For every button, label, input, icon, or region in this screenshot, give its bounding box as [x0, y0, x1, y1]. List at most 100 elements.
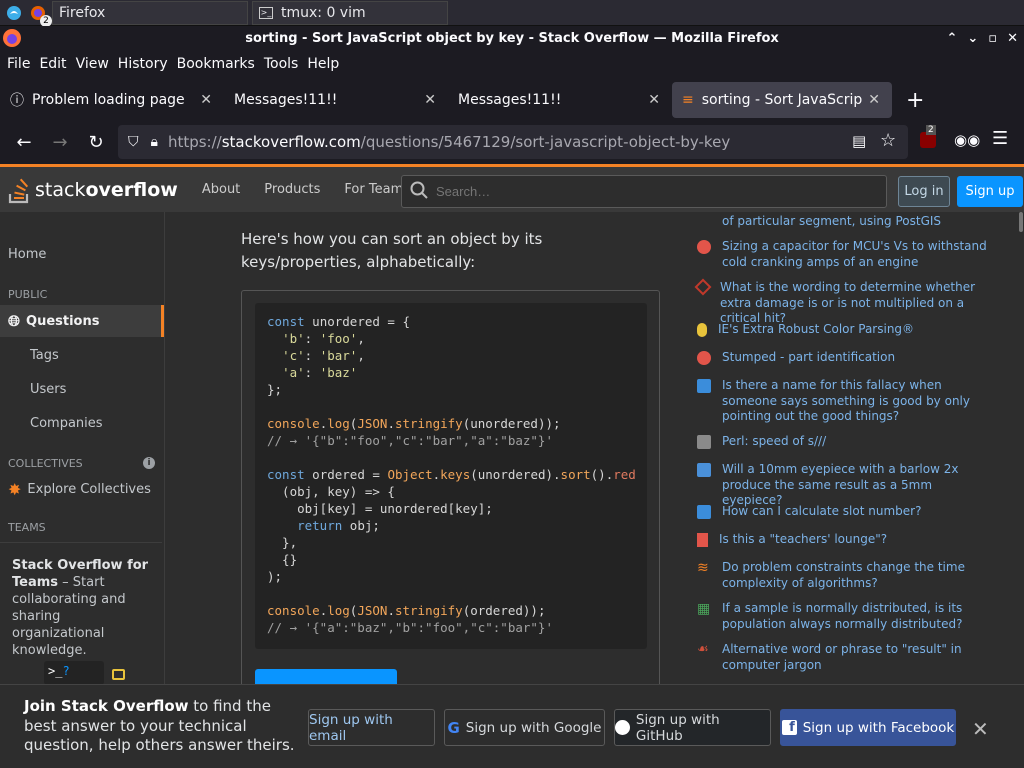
nav-users[interactable]: Users — [30, 382, 66, 397]
hot-question-item[interactable]: Perl: speed of s/// — [697, 434, 997, 450]
github-icon — [615, 720, 630, 735]
run-snippet-button[interactable] — [255, 669, 397, 684]
hot-question-title[interactable]: of particular segment, using PostGIS — [722, 214, 992, 230]
window-titlebar: sorting - Sort JavaScript object by key … — [0, 26, 1024, 50]
menu-help[interactable]: Help — [307, 56, 339, 72]
signup-google-button[interactable]: G Sign up with Google — [444, 709, 605, 746]
extension-ublock-icon[interactable]: 2 — [920, 125, 936, 148]
new-tab-icon[interactable]: + — [906, 88, 924, 113]
hot-question-title[interactable]: Is this a "teachers' lounge"? — [719, 532, 989, 548]
site-icon — [697, 212, 711, 221]
info-icon[interactable]: i — [143, 457, 155, 469]
window-minimize-icon[interactable]: ⌄ — [967, 31, 978, 46]
search-input[interactable] — [436, 184, 856, 199]
hot-question-title[interactable]: How can I calculate slot number? — [722, 504, 992, 520]
so-nav-about[interactable]: About — [202, 182, 240, 197]
system-menu-icon[interactable] — [4, 3, 24, 23]
menu-bookmarks[interactable]: Bookmarks — [177, 56, 255, 72]
back-arrow-icon[interactable]: ← — [6, 124, 42, 160]
google-icon: G — [447, 718, 460, 737]
window-close-icon[interactable]: ✕ — [1007, 31, 1018, 46]
nav-companies[interactable]: Companies — [30, 416, 103, 431]
firefox-task-icon[interactable]: 2 — [28, 3, 52, 27]
hot-question-item[interactable]: of particular segment, using PostGIS — [697, 212, 997, 230]
page-scrollbar[interactable] — [1017, 212, 1024, 684]
tab-close-icon[interactable]: ✕ — [200, 92, 212, 108]
nav-home[interactable]: Home — [8, 247, 46, 262]
signup-github-button[interactable]: Sign up with GitHub — [614, 709, 771, 746]
task-label: tmux: 0 vim — [281, 4, 366, 21]
hot-question-title[interactable]: Do problem constraints change the time c… — [722, 560, 992, 591]
hot-question-title[interactable]: Stumped - part identification — [722, 350, 992, 366]
hot-question-title[interactable]: Perl: speed of s/// — [722, 434, 992, 450]
tab-close-icon[interactable]: ✕ — [648, 92, 660, 108]
english-site-icon: ☙ — [697, 642, 709, 657]
tab-close-icon[interactable]: ✕ — [868, 92, 880, 108]
tab-close-icon[interactable]: ✕ — [424, 92, 436, 108]
signup-email-button[interactable]: Sign up with email — [308, 709, 435, 746]
extension-mask-icon[interactable]: ◉◉ — [954, 131, 980, 149]
hot-question-title[interactable]: Sizing a capacitor for MCU's Vs to withs… — [722, 239, 992, 270]
hot-question-title[interactable]: If a sample is normally distributed, is … — [722, 601, 992, 632]
bookmark-star-icon[interactable]: ☆ — [880, 130, 896, 151]
astronomy-site-icon — [697, 463, 711, 477]
url-bar[interactable]: ⛉ 🔒︎ https://stackoverflow.com/questions… — [118, 125, 908, 159]
menu-history[interactable]: History — [118, 56, 168, 72]
window-shade-icon[interactable]: ⌃ — [946, 31, 957, 46]
window-maximize-icon[interactable]: ▫ — [988, 31, 997, 46]
hot-question-item[interactable]: How can I calculate slot number? — [697, 504, 997, 520]
teams-illustration-icon: >_? — [44, 661, 104, 684]
hot-question-title[interactable]: Will a 10mm eyepiece with a barlow 2x pr… — [722, 462, 992, 509]
electronics-site-icon — [697, 240, 711, 254]
left-sidebar: Home PUBLIC 🌐︎ Questions Tags Users Comp… — [0, 212, 165, 684]
hot-question-item[interactable]: Will a 10mm eyepiece with a barlow 2x pr… — [697, 462, 997, 509]
tab-stackoverflow[interactable]: ≡ sorting - Sort JavaScript o ✕ — [672, 82, 892, 118]
hot-question-title[interactable]: What is the wording to determine whether… — [720, 280, 990, 327]
academia-site-icon — [697, 533, 708, 547]
scrollbar-thumb[interactable] — [1019, 212, 1023, 232]
task-firefox[interactable]: Firefox — [52, 0, 248, 25]
hot-question-item[interactable]: ▦ If a sample is normally distributed, i… — [697, 601, 997, 632]
navigation-bar: ← → ↻ ⛉ 🔒︎ https://stackoverflow.com/que… — [0, 122, 1024, 162]
nav-questions[interactable]: 🌐︎ Questions — [0, 305, 164, 337]
tab-problem-loading[interactable]: ⓘ Problem loading page ✕ — [0, 82, 224, 118]
menu-edit[interactable]: Edit — [39, 56, 66, 72]
url-path: /questions/5467129/sort-javascript-objec… — [360, 133, 731, 151]
hot-question-title[interactable]: Is there a name for this fallacy when so… — [722, 378, 992, 425]
reload-icon[interactable]: ↻ — [78, 124, 114, 160]
hot-question-title[interactable]: Alternative word or phrase to "result" i… — [722, 642, 992, 673]
task-label: Firefox — [59, 4, 106, 21]
menu-view[interactable]: View — [76, 56, 109, 72]
signup-facebook-button[interactable]: f Sign up with Facebook — [780, 709, 956, 746]
tab-label: Messages!11!! — [234, 92, 338, 108]
signup-facebook-label: Sign up with Facebook — [802, 719, 955, 736]
tab-messages-1[interactable]: Messages!11!! ✕ — [224, 82, 448, 118]
hamburger-menu-icon[interactable]: ☰ — [992, 128, 1008, 149]
hot-question-item[interactable]: IE's Extra Robust Color Parsing® — [697, 322, 997, 338]
so-nav-products[interactable]: Products — [264, 182, 320, 197]
nav-tags[interactable]: Tags — [30, 348, 59, 363]
hot-question-item[interactable]: Sizing a capacitor for MCU's Vs to withs… — [697, 239, 997, 270]
task-tmux[interactable]: >_ tmux: 0 vim — [252, 0, 448, 25]
hot-question-item[interactable]: Is this a "teachers' lounge"? — [697, 532, 997, 548]
reader-view-icon[interactable]: ▤ — [852, 132, 866, 150]
hot-question-item[interactable]: Is there a name for this fallacy when so… — [697, 378, 997, 425]
menu-file[interactable]: File — [7, 56, 30, 72]
hot-question-item[interactable]: ≋ Do problem constraints change the time… — [697, 560, 997, 591]
so-logo[interactable]: stack overflow — [8, 176, 178, 204]
hot-question-item[interactable]: Stumped - part identification — [697, 350, 997, 366]
code-block[interactable]: const unordered = { 'b': 'foo', 'c': 'ba… — [255, 303, 647, 649]
nav-explore-collectives[interactable]: ✸ Explore Collectives — [8, 480, 151, 499]
close-icon[interactable]: ✕ — [972, 717, 989, 741]
forward-arrow-icon[interactable]: → — [42, 124, 78, 160]
lock-icon[interactable]: 🔒︎ — [151, 134, 158, 150]
window-controls: ⌃ ⌄ ▫ ✕ — [946, 26, 1018, 50]
hot-question-item[interactable]: ☙ Alternative word or phrase to "result"… — [697, 642, 997, 673]
signup-button[interactable]: Sign up — [957, 176, 1023, 207]
login-button[interactable]: Log in — [898, 176, 950, 207]
hot-question-item[interactable]: What is the wording to determine whether… — [694, 278, 997, 327]
hot-question-title[interactable]: IE's Extra Robust Color Parsing® — [718, 322, 988, 338]
menu-tools[interactable]: Tools — [264, 56, 299, 72]
shield-icon[interactable]: ⛉ — [128, 134, 139, 150]
tab-messages-2[interactable]: Messages!11!! ✕ — [448, 82, 672, 118]
